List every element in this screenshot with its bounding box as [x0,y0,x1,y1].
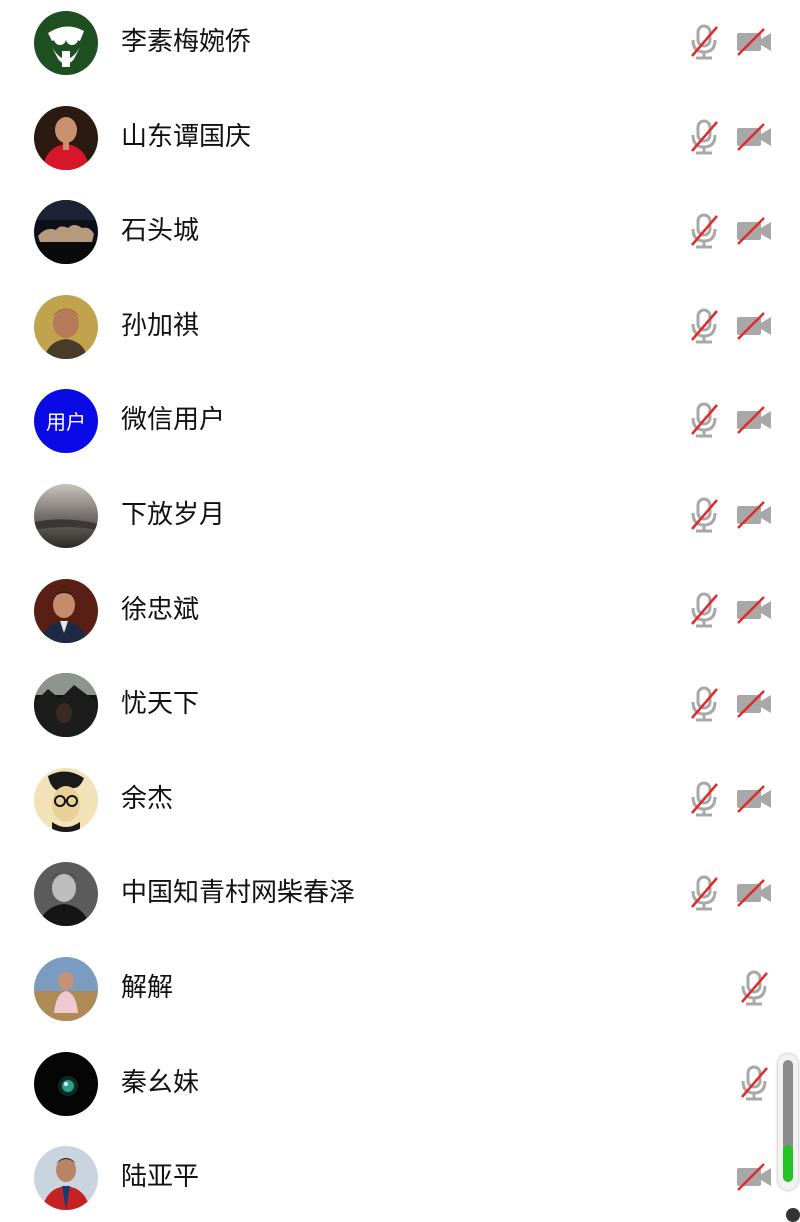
video-off-icon[interactable] [734,1157,774,1197]
participant-row[interactable]: 忧天下 [0,662,800,756]
avatar [34,862,98,926]
mic-muted-icon[interactable] [734,968,774,1008]
participant-row[interactable]: 中国知青村网柴春泽 [0,851,800,945]
volume-level-track [783,1060,793,1182]
participant-name: 解解 [121,973,174,1003]
video-off-icon[interactable] [734,590,774,630]
participant-name: 山东谭国庆 [121,122,252,152]
participant-name: 中国知青村网柴春泽 [121,878,356,908]
participant-name: 徐忠斌 [121,595,200,625]
avatar [34,673,98,737]
video-off-icon[interactable] [734,400,774,440]
mic-muted-icon[interactable] [684,22,724,62]
participant-name: 下放岁月 [121,500,226,530]
mic-muted-icon[interactable] [684,590,724,630]
participant-row[interactable]: 李素梅婉侨 [0,0,800,94]
participant-row[interactable]: 徐忠斌 [0,568,800,662]
participant-row[interactable]: 解解 [0,946,800,1040]
avatar [34,106,98,170]
participant-row[interactable]: 下放岁月 [0,473,800,567]
mic-muted-icon[interactable] [684,117,724,157]
mic-muted-icon[interactable] [684,779,724,819]
participant-name: 石头城 [121,216,200,246]
avatar [34,1052,98,1116]
avatar [34,768,98,832]
avatar [34,579,98,643]
avatar: 用户 [34,389,98,453]
video-off-icon[interactable] [734,306,774,346]
scroll-handle[interactable] [786,1208,800,1222]
participant-row[interactable]: 余杰 [0,757,800,851]
participant-name: 李素梅婉侨 [121,27,252,57]
video-off-icon[interactable] [734,22,774,62]
participant-row[interactable]: 孙加祺 [0,284,800,378]
avatar [34,957,98,1021]
video-off-icon[interactable] [734,117,774,157]
video-off-icon[interactable] [734,684,774,724]
mic-muted-icon[interactable] [684,400,724,440]
avatar [34,295,98,359]
participant-name: 余杰 [121,784,174,814]
avatar-text: 用户 [46,410,86,434]
participant-row[interactable]: 山东谭国庆 [0,95,800,189]
participant-row[interactable]: 用户 微信用户 [0,378,800,472]
volume-level-bar[interactable] [778,1054,798,1190]
participant-name: 陆亚平 [121,1162,200,1192]
participant-row[interactable]: 陆亚平 [0,1135,800,1222]
participant-name: 秦幺妹 [121,1068,200,1098]
avatar [34,200,98,264]
participant-row[interactable]: 石头城 [0,189,800,283]
participant-name: 微信用户 [121,405,226,435]
volume-level-fill [783,1145,793,1182]
video-off-icon[interactable] [734,495,774,535]
participant-row[interactable]: 秦幺妹 [0,1041,800,1135]
video-off-icon[interactable] [734,873,774,913]
video-off-icon[interactable] [734,779,774,819]
avatar [34,1146,98,1210]
mic-muted-icon[interactable] [684,211,724,251]
mic-muted-icon[interactable] [684,495,724,535]
mic-muted-icon[interactable] [684,684,724,724]
video-off-icon[interactable] [734,211,774,251]
participant-list: 李素梅婉侨山东谭国庆石头城孙加祺用户 微信用户下放岁月徐忠斌忧天下余杰中国知青村网… [0,0,800,1216]
participant-name: 忧天下 [121,689,200,719]
mic-muted-icon[interactable] [734,1063,774,1103]
avatar [34,484,98,548]
participant-name: 孙加祺 [121,311,200,341]
mic-muted-icon[interactable] [684,873,724,913]
mic-muted-icon[interactable] [684,306,724,346]
avatar [34,11,98,75]
